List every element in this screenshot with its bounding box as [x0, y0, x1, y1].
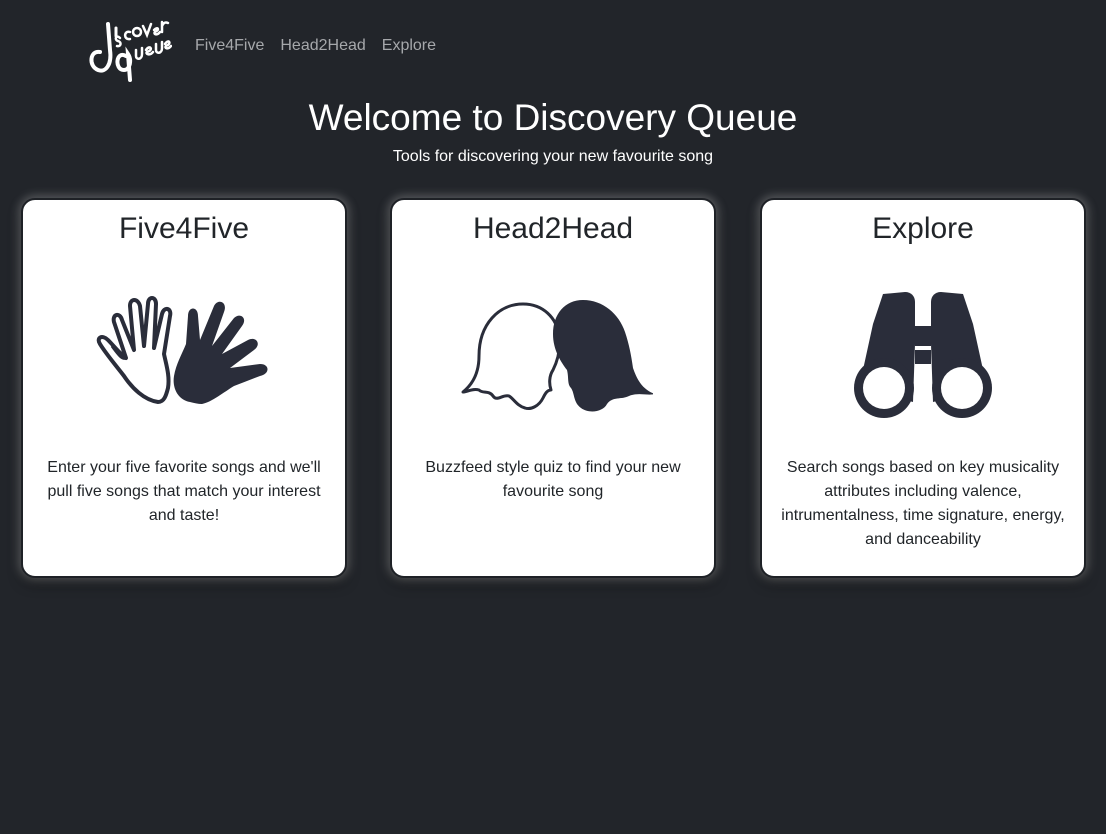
navbar: Five4Five Head2Head Explore — [0, 0, 1106, 92]
card-head2head[interactable]: Head2Head Buzzfeed style quiz to find yo… — [390, 198, 716, 578]
card-title: Explore — [872, 212, 974, 245]
card-title: Head2Head — [472, 212, 634, 245]
discovery-queue-logo[interactable] — [86, 10, 172, 84]
card-description: Search songs based on key musicality att… — [781, 459, 1065, 548]
page-subtitle: Tools for discovering your new favourite… — [392, 148, 714, 165]
page-title: Welcome to Discovery Queue — [308, 97, 798, 138]
nav-link-five4five[interactable]: Five4Five — [195, 36, 264, 56]
nav-link-explore[interactable]: Explore — [382, 36, 436, 56]
nav-link-head2head[interactable]: Head2Head — [280, 36, 365, 56]
card-description: Enter your five favorite songs and we'll… — [47, 459, 321, 524]
card-five4five[interactable]: Five4Five Enter your five favorite songs… — [21, 198, 347, 578]
binoculars-icon — [823, 284, 1023, 424]
card-title: Five4Five — [118, 212, 250, 245]
nav-links: Five4Five Head2Head Explore — [195, 36, 436, 56]
card-explore[interactable]: Explore Search songs based on key musica… — [760, 198, 1086, 578]
logo-icon — [89, 20, 172, 82]
high-five-hands-icon — [84, 284, 284, 424]
hero-section: Welcome to Discovery Queue Tools for dis… — [0, 94, 1106, 167]
card-description: Buzzfeed style quiz to find your new fav… — [425, 459, 681, 500]
facing-heads-icon — [453, 284, 653, 424]
